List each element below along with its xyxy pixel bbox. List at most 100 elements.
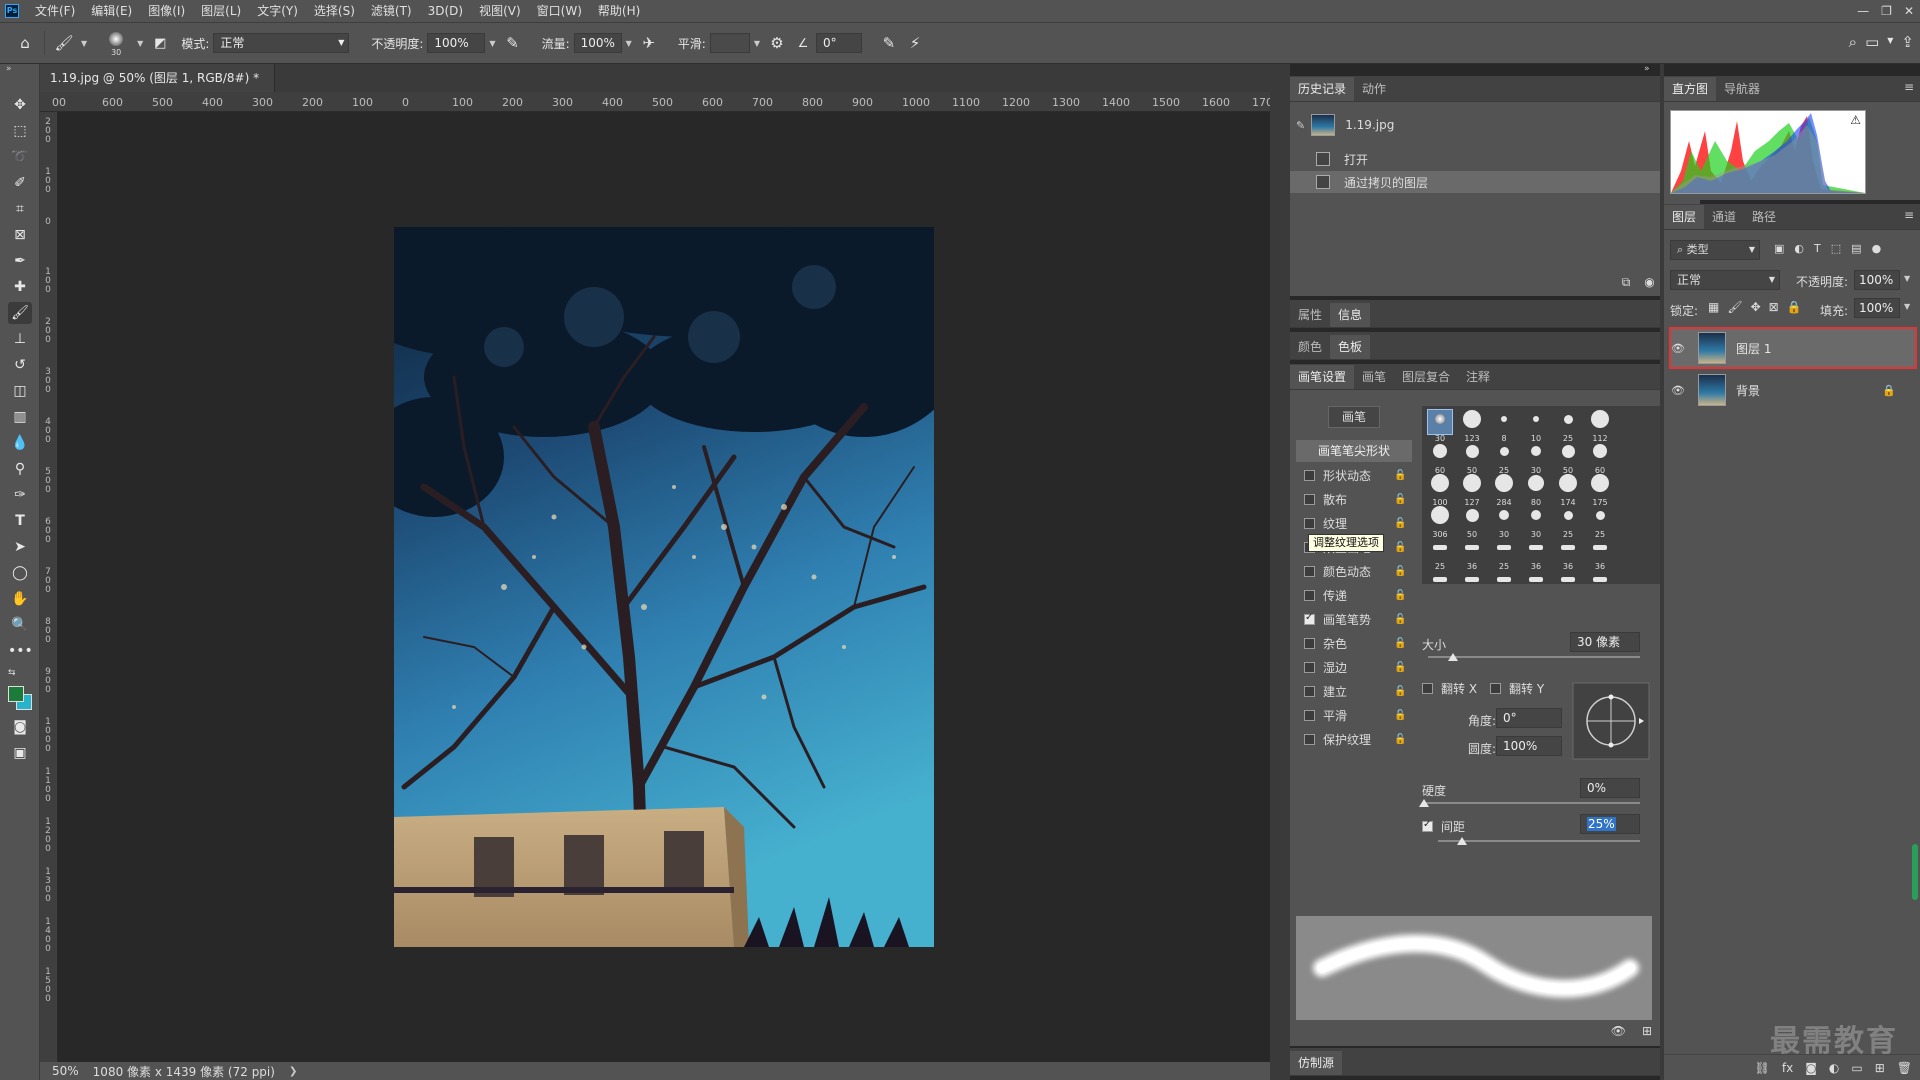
zoom-level[interactable]: 50% bbox=[52, 1064, 79, 1078]
brush-tip-preset[interactable]: 30 bbox=[1492, 506, 1516, 539]
menu-select[interactable]: 选择(S) bbox=[306, 0, 363, 22]
slider-thumb[interactable] bbox=[1419, 799, 1429, 807]
tab-layers[interactable]: 图层 bbox=[1664, 205, 1705, 229]
tab-channels[interactable]: 通道 bbox=[1704, 205, 1744, 229]
tab-notes[interactable]: 注释 bbox=[1458, 365, 1498, 389]
home-icon[interactable]: ⌂ bbox=[12, 34, 38, 52]
frame-tool-icon[interactable]: ⊠ bbox=[8, 224, 32, 246]
brush-tip-preset[interactable]: 25 bbox=[1556, 506, 1580, 539]
dodge-tool-icon[interactable]: ⚲ bbox=[8, 458, 32, 480]
tab-color[interactable]: 颜色 bbox=[1290, 335, 1330, 359]
size-slider[interactable] bbox=[1428, 653, 1640, 661]
brush-option-2[interactable]: 纹理 🔓 bbox=[1290, 512, 1410, 534]
brush-tip-preset[interactable]: 80 bbox=[1524, 474, 1548, 507]
flip-x-checkbox[interactable]: 翻转 X bbox=[1422, 680, 1477, 697]
blend-mode-select[interactable]: 正常 ▼ bbox=[1670, 270, 1780, 290]
brush-tip-preset[interactable]: 25 bbox=[1428, 538, 1452, 571]
gradient-tool-icon[interactable]: ▥ bbox=[8, 406, 32, 428]
status-arrow-icon[interactable]: ❯ bbox=[289, 1066, 297, 1077]
filter-pixel-icon[interactable]: ▣ bbox=[1774, 242, 1784, 255]
menu-3d[interactable]: 3D(D) bbox=[420, 0, 471, 22]
history-brush-source-icon[interactable]: ✎ bbox=[1296, 119, 1305, 132]
menu-window[interactable]: 窗口(W) bbox=[529, 0, 590, 22]
crop-tool-icon[interactable]: ⌗ bbox=[8, 198, 32, 220]
restore-button[interactable]: ❐ bbox=[1881, 4, 1892, 18]
screen-mode-icon[interactable]: ▣ bbox=[8, 742, 32, 764]
chevron-down-icon[interactable]: ▼ bbox=[754, 39, 760, 48]
new-layer-icon[interactable]: ⊞ bbox=[1875, 1061, 1885, 1075]
eyedropper-tool-icon[interactable]: ✒ bbox=[8, 250, 32, 272]
brush-tip-preset[interactable]: 36 bbox=[1556, 538, 1580, 571]
checkbox[interactable] bbox=[1304, 469, 1315, 481]
filter-toggle-icon[interactable]: ● bbox=[1872, 242, 1882, 255]
slider-thumb[interactable] bbox=[1457, 837, 1468, 845]
tab-brush-settings[interactable]: 画笔设置 bbox=[1290, 365, 1355, 389]
lock-position-icon[interactable]: ✥ bbox=[1751, 300, 1761, 314]
panel-scroll-indicator[interactable] bbox=[1912, 844, 1918, 900]
menu-file[interactable]: 文件(F) bbox=[27, 0, 83, 22]
brush-tip-preset[interactable]: 50 bbox=[1556, 442, 1580, 475]
type-tool-icon[interactable]: T bbox=[8, 510, 32, 532]
chevron-down-icon[interactable]: ▼ bbox=[81, 39, 87, 48]
layer-row-selected[interactable]: 👁 图层 1 bbox=[1669, 327, 1917, 369]
camera-icon[interactable]: ◉ bbox=[1644, 275, 1654, 290]
lock-icon[interactable]: 🔓 bbox=[1394, 566, 1406, 577]
lock-image-icon[interactable]: 🖌 bbox=[1727, 300, 1742, 314]
lock-icon[interactable]: 🔓 bbox=[1394, 518, 1406, 529]
lock-icon[interactable]: 🔓 bbox=[1394, 494, 1406, 505]
ellipse-tool-icon[interactable]: ◯ bbox=[8, 562, 32, 584]
tab-history[interactable]: 历史记录 bbox=[1290, 77, 1355, 101]
quick-mask-icon[interactable]: ◙ bbox=[8, 716, 32, 738]
brush-tip-preset[interactable]: 175 bbox=[1588, 474, 1612, 507]
checkbox[interactable] bbox=[1422, 819, 1433, 832]
document-canvas-image[interactable] bbox=[394, 227, 934, 947]
filter-smart-object-icon[interactable]: ▤ bbox=[1851, 242, 1861, 255]
brush-tip-preset[interactable]: 10 bbox=[1524, 410, 1548, 443]
flow-input[interactable]: 100% bbox=[573, 33, 622, 53]
brush-tip-preset[interactable]: 36 bbox=[1588, 538, 1612, 571]
brush-tip-preset[interactable]: 60 bbox=[1428, 442, 1452, 475]
brush-option-10[interactable]: 平滑 🔓 bbox=[1290, 704, 1410, 726]
brush-tip-preset[interactable]: 60 bbox=[1588, 442, 1612, 475]
brush-tip-preset[interactable]: 50 bbox=[1460, 506, 1484, 539]
brush-tip-preset[interactable]: 25 bbox=[1556, 410, 1580, 443]
tab-paths[interactable]: 路径 bbox=[1744, 205, 1784, 229]
add-mask-icon[interactable]: ◙ bbox=[1805, 1061, 1817, 1075]
warning-icon[interactable]: ⚠ bbox=[1850, 113, 1861, 127]
lock-artboard-icon[interactable]: ⊠ bbox=[1769, 300, 1779, 314]
visibility-eye-icon[interactable]: 👁 bbox=[1670, 384, 1686, 397]
hand-tool-icon[interactable]: ✋ bbox=[8, 588, 32, 610]
brush-option-4[interactable]: 颜色动态 🔓 bbox=[1290, 560, 1410, 582]
chevron-down-icon[interactable]: ▼ bbox=[137, 39, 143, 48]
close-window-button[interactable]: ✕ bbox=[1904, 4, 1914, 18]
tab-properties[interactable]: 属性 bbox=[1290, 303, 1330, 327]
minimize-button[interactable]: — bbox=[1857, 4, 1869, 18]
lock-all-icon[interactable]: 🔒 bbox=[1787, 300, 1802, 314]
menu-filter[interactable]: 滤镜(T) bbox=[363, 0, 420, 22]
layer-name[interactable]: 背景 bbox=[1736, 382, 1760, 399]
history-snapshot[interactable]: ✎ 1.19.jpg bbox=[1290, 114, 1688, 136]
lock-icon[interactable]: 🔒 bbox=[1882, 384, 1896, 397]
fill-input[interactable]: 100% bbox=[1854, 298, 1900, 318]
brush-tool-icon[interactable]: 🖌 bbox=[8, 302, 32, 324]
flip-y-checkbox[interactable]: 翻转 Y bbox=[1490, 680, 1544, 697]
chevron-down-icon[interactable]: ▼ bbox=[489, 39, 495, 48]
brush-option-1[interactable]: 散布 🔓 bbox=[1290, 488, 1410, 510]
lock-transparent-icon[interactable]: ▦ bbox=[1708, 300, 1719, 314]
gear-icon[interactable]: ⚙ bbox=[764, 34, 790, 52]
link-layers-icon[interactable]: ⛓ bbox=[1755, 1061, 1770, 1075]
quick-select-tool-icon[interactable]: ✐ bbox=[8, 172, 32, 194]
chevron-down-icon[interactable]: ▼ bbox=[1904, 302, 1910, 311]
history-item-selected[interactable]: 通过拷贝的图层 bbox=[1290, 171, 1688, 193]
new-brush-icon[interactable]: ⊞ bbox=[1642, 1024, 1652, 1038]
symmetry-icon[interactable]: ⚡ bbox=[902, 34, 928, 52]
foreground-color-swatch[interactable] bbox=[8, 686, 24, 702]
lock-icon[interactable]: 🔓 bbox=[1394, 614, 1406, 625]
checkbox[interactable] bbox=[1304, 661, 1315, 673]
tab-swatches[interactable]: 色板 bbox=[1330, 335, 1371, 359]
new-document-from-state-icon[interactable]: ⧉ bbox=[1622, 275, 1631, 290]
lasso-tool-icon[interactable]: ➰ bbox=[8, 146, 32, 168]
checkbox[interactable] bbox=[1490, 683, 1501, 694]
hardness-slider[interactable] bbox=[1419, 799, 1640, 807]
panel-menu-icon[interactable]: ≡ bbox=[1904, 208, 1914, 222]
